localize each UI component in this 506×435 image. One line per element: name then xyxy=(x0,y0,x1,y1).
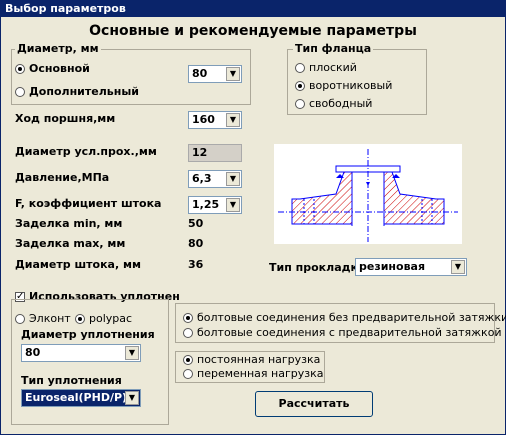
flange-type-label: Тип фланца xyxy=(293,42,374,55)
bolts-no-pretension-radio[interactable] xyxy=(183,313,193,323)
seal-type-label: Тип уплотнения xyxy=(21,374,122,387)
bolts-pretension-radio[interactable] xyxy=(183,328,193,338)
bolts-no-pretension-label: болтовые соединения без предварительной … xyxy=(197,311,506,324)
rod-diam-label: Диаметр штока, мм xyxy=(15,258,141,271)
seal-elkont-label: Элконт xyxy=(29,312,71,325)
seal-diam-select[interactable]: 80 ▼ xyxy=(21,344,141,362)
flange-drawing xyxy=(274,144,462,244)
seal-elkont-radio[interactable] xyxy=(15,314,25,324)
diameter-extra-radio[interactable] xyxy=(15,87,25,97)
load-variable-label: переменная нагрузка xyxy=(197,367,324,380)
flange-free-label: свободный xyxy=(309,97,373,110)
diameter-group-label: Диаметр, мм xyxy=(15,42,101,55)
stroke-label: Ход поршня,мм xyxy=(15,112,116,125)
flange-free-radio[interactable] xyxy=(295,99,305,109)
calculate-button[interactable]: Рассчитать xyxy=(255,391,373,417)
rod-coef-select[interactable]: 1,25 ▼ xyxy=(188,196,242,214)
diameter-main-radio[interactable] xyxy=(15,64,25,74)
flange-drawing-svg xyxy=(278,149,458,242)
gasket-label: Тип прокладки xyxy=(269,261,366,274)
chevron-down-icon[interactable]: ▼ xyxy=(226,198,240,212)
flange-flat-label: плоский xyxy=(309,61,357,74)
gasket-select[interactable]: резиновая ▼ xyxy=(355,258,467,276)
gasket-select-value: резиновая xyxy=(359,260,426,273)
seal-min-label: Заделка min, мм xyxy=(15,217,123,230)
seal-max-value: 80 xyxy=(188,237,204,250)
seal-diam-label: Диаметр уплотнения xyxy=(21,328,155,341)
seal-min-value: 50 xyxy=(188,217,204,230)
seal-polypac-radio[interactable] xyxy=(75,314,85,324)
chevron-down-icon[interactable]: ▼ xyxy=(226,172,240,186)
flange-collar-radio[interactable] xyxy=(295,81,305,91)
diameter-main-label: Основной xyxy=(29,62,90,75)
window-title: Выбор параметров xyxy=(1,1,505,17)
flange-flat-radio[interactable] xyxy=(295,63,305,73)
nominal-bore-field: 12 xyxy=(188,144,242,162)
load-variable-radio[interactable] xyxy=(183,369,193,379)
seal-type-select-value: Euroseal(PHD/P) xyxy=(25,391,128,404)
page-title: Основные и рекомендуемые параметры xyxy=(89,23,417,39)
chevron-down-icon[interactable]: ▼ xyxy=(226,113,240,127)
flange-collar-label: воротниковый xyxy=(309,79,393,92)
dialog-window: Выбор параметров Основные и рекомендуемы… xyxy=(0,0,506,435)
load-constant-label: постоянная нагрузка xyxy=(197,353,321,366)
pressure-label: Давление,МПа xyxy=(15,171,110,184)
pressure-select-value: 6,3 xyxy=(192,172,212,185)
stroke-select-value: 160 xyxy=(192,113,215,126)
chevron-down-icon[interactable]: ▼ xyxy=(226,67,240,81)
stroke-select[interactable]: 160 ▼ xyxy=(188,111,242,129)
rod-coef-select-value: 1,25 xyxy=(192,198,220,211)
seal-type-select[interactable]: Euroseal(PHD/P) ▼ xyxy=(21,389,141,407)
seal-polypac-label: polypac xyxy=(89,312,133,325)
pressure-select[interactable]: 6,3 ▼ xyxy=(188,170,242,188)
chevron-down-icon[interactable]: ▼ xyxy=(125,391,139,405)
seal-diam-select-value: 80 xyxy=(25,346,41,359)
diameter-select[interactable]: 80 ▼ xyxy=(188,65,242,83)
bolts-pretension-label: болтовые соединения с предварительной за… xyxy=(197,326,502,339)
diameter-extra-label: Дополнительный xyxy=(29,85,139,98)
chevron-down-icon[interactable]: ▼ xyxy=(125,346,139,360)
nominal-bore-label: Диаметр усл.прох.,мм xyxy=(15,145,157,158)
diameter-select-value: 80 xyxy=(192,67,208,80)
chevron-down-icon[interactable]: ▼ xyxy=(451,260,465,274)
rod-diam-value: 36 xyxy=(188,258,204,271)
load-constant-radio[interactable] xyxy=(183,355,193,365)
dialog-client: Основные и рекомендуемые параметры Диаме… xyxy=(1,17,506,434)
rod-coef-label: F, коэффициент штока xyxy=(15,197,162,210)
seal-max-label: Заделка max, мм xyxy=(15,237,126,250)
